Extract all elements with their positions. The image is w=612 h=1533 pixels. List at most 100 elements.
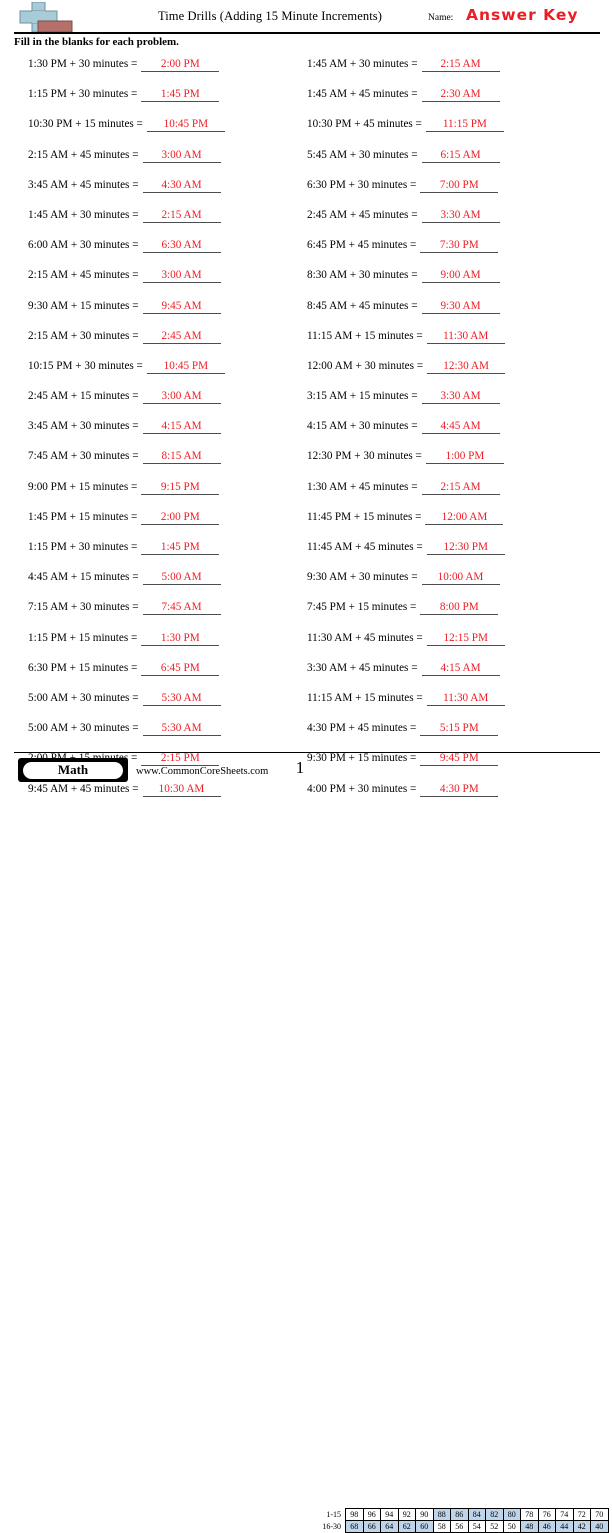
problem-answer-blank[interactable]: 9:45 AM — [142, 300, 221, 314]
problem-answer-blank[interactable]: 10:00 AM — [421, 571, 500, 586]
problem-answer-blank[interactable]: 2:30 AM — [421, 88, 500, 103]
problem-answer-blank[interactable]: 7:30 PM — [420, 239, 499, 254]
page-number: 1 — [295, 758, 305, 777]
problem-answer-blank[interactable]: 6:45 PM — [141, 662, 220, 676]
problem-answer-blank[interactable]: 3:30 AM — [421, 390, 500, 405]
problem-answer-blank[interactable]: 11:30 AM — [426, 330, 505, 344]
problem-answer-blank[interactable]: 12:30 AM — [427, 360, 506, 374]
problem-answer-blank[interactable]: 2:15 AM — [142, 209, 221, 223]
problem-question: 4:30 PM + 45 minutes = — [307, 722, 417, 735]
problem-answer-blank[interactable]: 3:00 AM — [142, 390, 221, 405]
problem-content: 1:30 PM + 30 minutes = 2:00 PM — [28, 58, 220, 72]
problem-question: 7:45 PM + 15 minutes = — [307, 601, 417, 614]
grading-scale-cell: 52 — [485, 1520, 504, 1533]
problem-row: 1:45 AM + 45 minutes = 2:30 AM — [301, 88, 591, 118]
problem-answer-blank[interactable]: 11:15 PM — [425, 118, 504, 133]
problem-content: 1:45 PM + 15 minutes = 2:00 PM — [28, 511, 220, 525]
problem-column-left: 1:30 PM + 30 minutes = 2:00 PM 1:15 PM + 3… — [14, 58, 304, 813]
problem-question: 11:45 AM + 45 minutes = — [307, 541, 423, 553]
problem-answer-blank[interactable]: 3:00 AM — [142, 149, 221, 163]
problem-row: 1:45 AM + 30 minutes = 2:15 AM — [301, 58, 591, 88]
grading-scale-cell: 84 — [467, 1508, 486, 1521]
problem-question: 7:15 AM + 30 minutes = — [28, 601, 139, 614]
grading-scale-cell: 90 — [415, 1508, 434, 1521]
problem-answer-blank[interactable]: 5:30 AM — [142, 722, 221, 737]
problem-answer-blank[interactable]: 9:15 PM — [141, 481, 220, 495]
problem-question: 6:45 PM + 45 minutes = — [307, 239, 417, 252]
problem-question: 2:45 AM + 45 minutes = — [307, 208, 418, 221]
problem-answer-blank[interactable]: 10:45 PM — [146, 118, 225, 133]
problem-answer-blank[interactable]: 2:45 AM — [142, 330, 221, 344]
grading-scale-cell: 80 — [502, 1508, 521, 1521]
problem-answer-blank[interactable]: 9:30 AM — [421, 300, 500, 314]
problem-question: 1:30 AM + 45 minutes = — [307, 480, 418, 493]
problem-content: 6:45 PM + 45 minutes = 7:30 PM — [307, 239, 499, 254]
problem-answer-blank[interactable]: 1:45 PM — [141, 88, 220, 103]
problem-row: 11:30 AM + 45 minutes = 12:15 PM — [301, 632, 591, 662]
problem-row: 3:15 AM + 15 minutes = 3:30 AM — [301, 390, 591, 420]
problem-answer-blank[interactable]: 9:00 AM — [421, 269, 500, 284]
problem-answer-blank[interactable]: 3:00 AM — [142, 269, 221, 284]
problem-row: 11:15 AM + 15 minutes = 11:30 AM — [301, 330, 591, 360]
problem-content: 6:30 PM + 15 minutes = 6:45 PM — [28, 662, 220, 676]
grading-scale-cell: 76 — [537, 1508, 556, 1521]
problem-answer-blank[interactable]: 12:15 PM — [426, 632, 505, 646]
problem-row: 7:45 PM + 15 minutes = 8:00 PM — [301, 601, 591, 631]
problem-question: 1:30 PM + 30 minutes = — [28, 58, 138, 70]
problem-answer-blank[interactable]: 11:30 AM — [426, 692, 505, 706]
problem-answer-blank[interactable]: 6:30 AM — [142, 239, 221, 254]
problem-row: 5:45 AM + 30 minutes = 6:15 AM — [301, 149, 591, 179]
problem-answer-blank[interactable]: 7:00 PM — [420, 179, 499, 193]
grading-scale-cell: 66 — [362, 1520, 381, 1533]
problem-answer-blank[interactable]: 12:30 PM — [426, 541, 505, 555]
problem-row: 2:15 AM + 45 minutes = 3:00 AM — [14, 269, 304, 299]
website-url[interactable]: www.CommonCoreSheets.com — [136, 766, 268, 777]
problem-answer-blank[interactable]: 5:30 AM — [142, 692, 221, 706]
problem-answer-blank[interactable]: 2:15 AM — [421, 58, 500, 72]
grading-scale-cell: 72 — [572, 1508, 591, 1521]
problem-content: 3:45 AM + 45 minutes = 4:30 AM — [28, 179, 221, 193]
problem-question: 5:00 AM + 30 minutes = — [28, 691, 139, 704]
problem-answer-blank[interactable]: 8:15 AM — [142, 450, 221, 465]
problem-question: 10:30 PM + 15 minutes = — [28, 118, 143, 131]
problem-answer-blank[interactable]: 6:15 AM — [421, 149, 500, 163]
grading-scale-cell: 64 — [380, 1520, 399, 1533]
problem-answer-blank[interactable]: 7:45 AM — [142, 601, 221, 616]
name-value[interactable]: Answer Key — [466, 6, 578, 24]
problem-answer-blank[interactable]: 5:15 PM — [420, 722, 499, 737]
problem-question: 1:15 PM + 15 minutes = — [28, 631, 138, 644]
problem-answer-blank[interactable]: 10:45 PM — [146, 360, 225, 374]
problem-content: 1:15 PM + 30 minutes = 1:45 PM — [28, 88, 220, 103]
grading-scale-cell: 82 — [485, 1508, 504, 1521]
problem-answer-blank[interactable]: 8:00 PM — [420, 601, 499, 616]
problem-answer-blank[interactable]: 2:00 PM — [141, 511, 220, 525]
problem-content: 1:45 AM + 30 minutes = 2:15 AM — [307, 58, 500, 72]
problem-answer-blank[interactable]: 2:00 PM — [141, 58, 220, 72]
problem-content: 8:30 AM + 30 minutes = 9:00 AM — [307, 269, 500, 284]
problem-answer-blank[interactable]: 1:45 PM — [141, 541, 220, 555]
problem-answer-blank[interactable]: 4:45 AM — [421, 420, 500, 435]
problem-answer-blank[interactable]: 4:15 AM — [142, 420, 221, 435]
problem-answer-blank[interactable]: 12:00 AM — [425, 511, 504, 525]
problem-content: 9:00 PM + 15 minutes = 9:15 PM — [28, 481, 220, 495]
problem-answer-blank[interactable]: 2:15 AM — [421, 481, 500, 495]
problem-answer-blank[interactable]: 5:00 AM — [142, 571, 221, 586]
grading-scale-cell: 40 — [590, 1520, 609, 1533]
problem-question: 7:45 AM + 30 minutes = — [28, 450, 139, 463]
problem-question: 12:30 PM + 30 minutes = — [307, 450, 422, 463]
problem-answer-blank[interactable]: 1:30 PM — [141, 632, 220, 646]
problem-content: 5:00 AM + 30 minutes = 5:30 AM — [28, 692, 221, 706]
problem-question: 5:00 AM + 30 minutes = — [28, 722, 139, 735]
problem-answer-blank[interactable]: 4:15 AM — [421, 662, 500, 676]
problem-question: 2:15 AM + 45 minutes = — [28, 269, 139, 282]
problem-answer-blank[interactable]: 4:30 AM — [142, 179, 221, 193]
subject-badge-label: Math — [23, 761, 123, 779]
problem-content: 10:30 PM + 15 minutes = 10:45 PM — [28, 118, 225, 133]
problem-answer-blank[interactable]: 3:30 AM — [421, 209, 500, 223]
problem-question: 11:15 AM + 15 minutes = — [307, 691, 423, 704]
problem-row: 4:45 AM + 15 minutes = 5:00 AM — [14, 571, 304, 601]
problem-answer-blank[interactable]: 1:00 PM — [425, 450, 504, 465]
problem-content: 1:45 AM + 30 minutes = 2:15 AM — [28, 209, 221, 223]
problem-question: 2:15 AM + 30 minutes = — [28, 329, 139, 342]
problem-row: 2:45 AM + 45 minutes = 3:30 AM — [301, 209, 591, 239]
